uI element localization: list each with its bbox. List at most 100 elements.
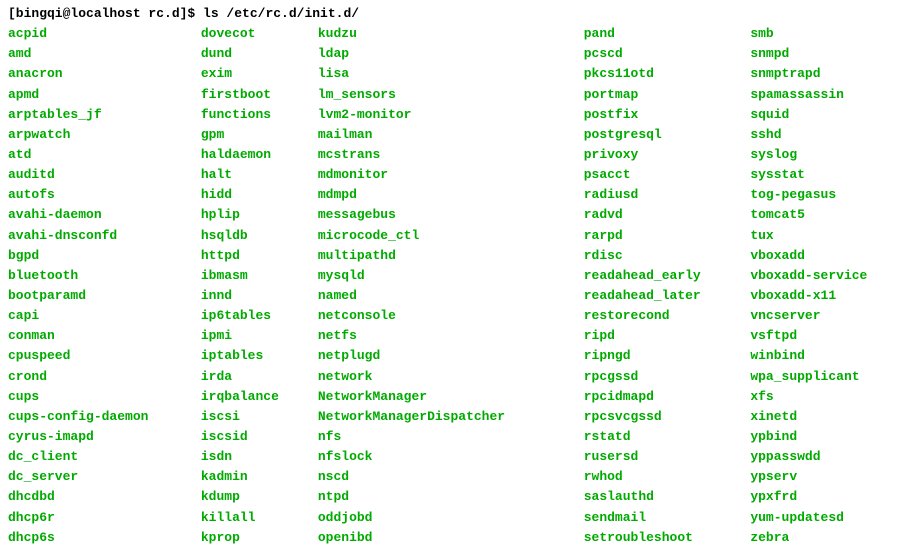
file-entry: mdmonitor xyxy=(318,165,576,185)
file-entry: auditd xyxy=(8,165,193,185)
file-entry: nfs xyxy=(318,427,576,447)
file-entry: rpcsvcgssd xyxy=(584,407,743,427)
file-entry: kadmin xyxy=(201,467,310,487)
file-entry: zebra xyxy=(750,528,906,548)
file-entry: pand xyxy=(584,24,743,44)
file-entry: NetworkManager xyxy=(318,387,576,407)
file-entry: irda xyxy=(201,367,310,387)
file-entry: snmptrapd xyxy=(750,64,906,84)
file-entry: rpcgssd xyxy=(584,367,743,387)
file-entry: named xyxy=(318,286,576,306)
file-entry: halt xyxy=(201,165,310,185)
file-entry: conman xyxy=(8,326,193,346)
output-column-4: smbsnmpdsnmptrapdspamassassinsquidsshdsy… xyxy=(750,24,906,548)
file-entry: exim xyxy=(201,64,310,84)
file-entry: lisa xyxy=(318,64,576,84)
file-entry: pkcs11otd xyxy=(584,64,743,84)
shell-prompt: [bingqi@localhost rc.d]$ ls /etc/rc.d/in… xyxy=(8,4,906,24)
file-entry: radvd xyxy=(584,205,743,225)
file-entry: sendmail xyxy=(584,508,743,528)
file-entry: vboxadd xyxy=(750,246,906,266)
file-entry: amd xyxy=(8,44,193,64)
file-entry: pcscd xyxy=(584,44,743,64)
file-entry: apmd xyxy=(8,85,193,105)
file-entry: iptables xyxy=(201,346,310,366)
file-entry: iscsi xyxy=(201,407,310,427)
file-entry: crond xyxy=(8,367,193,387)
file-entry: mailman xyxy=(318,125,576,145)
file-entry: ripd xyxy=(584,326,743,346)
file-entry: openibd xyxy=(318,528,576,548)
file-entry: readahead_early xyxy=(584,266,743,286)
file-entry: mcstrans xyxy=(318,145,576,165)
file-entry: acpid xyxy=(8,24,193,44)
file-entry: ipmi xyxy=(201,326,310,346)
file-entry: rstatd xyxy=(584,427,743,447)
file-entry: httpd xyxy=(201,246,310,266)
file-entry: capi xyxy=(8,306,193,326)
file-entry: atd xyxy=(8,145,193,165)
output-column-0: acpidamdanacronapmdarptables_jfarpwatcha… xyxy=(8,24,193,548)
file-entry: winbind xyxy=(750,346,906,366)
file-entry: vsftpd xyxy=(750,326,906,346)
file-entry: vncserver xyxy=(750,306,906,326)
file-entry: gpm xyxy=(201,125,310,145)
file-entry: cups-config-daemon xyxy=(8,407,193,427)
file-entry: multipathd xyxy=(318,246,576,266)
file-entry: snmpd xyxy=(750,44,906,64)
file-entry: squid xyxy=(750,105,906,125)
file-entry: netconsole xyxy=(318,306,576,326)
file-entry: network xyxy=(318,367,576,387)
file-entry: spamassassin xyxy=(750,85,906,105)
output-column-2: kudzuldaplisalm_sensorslvm2-monitormailm… xyxy=(318,24,576,548)
file-entry: rpcidmapd xyxy=(584,387,743,407)
file-entry: NetworkManagerDispatcher xyxy=(318,407,576,427)
file-entry: lm_sensors xyxy=(318,85,576,105)
file-entry: arpwatch xyxy=(8,125,193,145)
file-entry: cpuspeed xyxy=(8,346,193,366)
file-entry: dhcp6r xyxy=(8,508,193,528)
file-entry: rarpd xyxy=(584,226,743,246)
file-entry: autofs xyxy=(8,185,193,205)
file-entry: xfs xyxy=(750,387,906,407)
file-entry: restorecond xyxy=(584,306,743,326)
file-entry: ip6tables xyxy=(201,306,310,326)
file-entry: bootparamd xyxy=(8,286,193,306)
file-entry: avahi-daemon xyxy=(8,205,193,225)
file-entry: tux xyxy=(750,226,906,246)
file-entry: dund xyxy=(201,44,310,64)
file-entry: ntpd xyxy=(318,487,576,507)
file-entry: rwhod xyxy=(584,467,743,487)
file-entry: haldaemon xyxy=(201,145,310,165)
file-entry: cups xyxy=(8,387,193,407)
file-entry: kprop xyxy=(201,528,310,548)
file-entry: dc_server xyxy=(8,467,193,487)
file-entry: postgresql xyxy=(584,125,743,145)
file-entry: netplugd xyxy=(318,346,576,366)
file-entry: dhcp6s xyxy=(8,528,193,548)
file-entry: yppasswdd xyxy=(750,447,906,467)
file-entry: messagebus xyxy=(318,205,576,225)
file-entry: tomcat5 xyxy=(750,205,906,225)
file-entry: portmap xyxy=(584,85,743,105)
file-entry: psacct xyxy=(584,165,743,185)
file-entry: arptables_jf xyxy=(8,105,193,125)
file-entry: ypserv xyxy=(750,467,906,487)
file-entry: kudzu xyxy=(318,24,576,44)
ls-output: acpidamdanacronapmdarptables_jfarpwatcha… xyxy=(8,24,906,548)
file-entry: rusersd xyxy=(584,447,743,467)
file-entry: ypxfrd xyxy=(750,487,906,507)
file-entry: dhcdbd xyxy=(8,487,193,507)
file-entry: isdn xyxy=(201,447,310,467)
output-column-3: pandpcscdpkcs11otdportmappostfixpostgres… xyxy=(584,24,743,548)
file-entry: hplip xyxy=(201,205,310,225)
file-entry: smb xyxy=(750,24,906,44)
file-entry: radiusd xyxy=(584,185,743,205)
file-entry: ypbind xyxy=(750,427,906,447)
file-entry: iscsid xyxy=(201,427,310,447)
file-entry: irqbalance xyxy=(201,387,310,407)
file-entry: oddjobd xyxy=(318,508,576,528)
file-entry: nscd xyxy=(318,467,576,487)
file-entry: saslauthd xyxy=(584,487,743,507)
file-entry: vboxadd-service xyxy=(750,266,906,286)
